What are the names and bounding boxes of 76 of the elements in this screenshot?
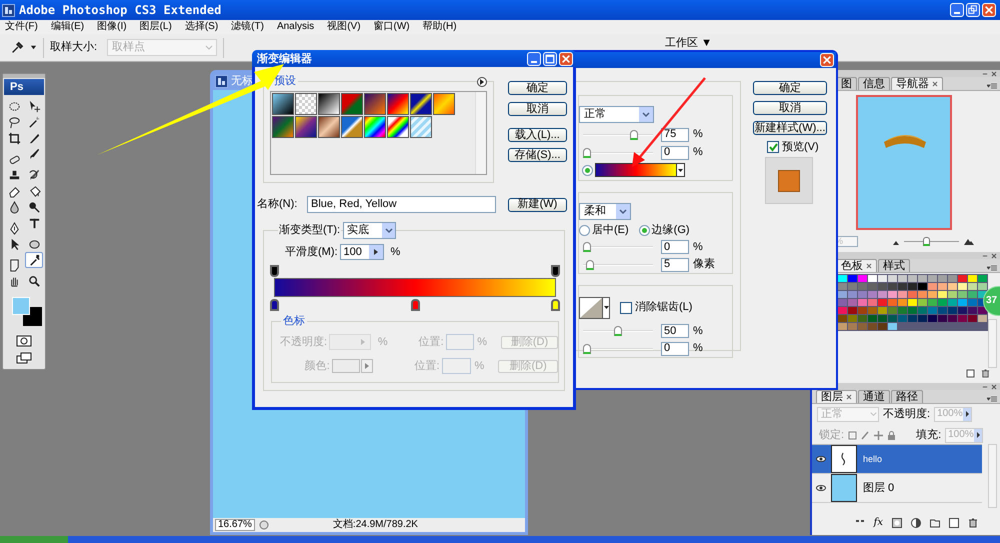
- sample-size-label: 取样大小:: [50, 42, 98, 53]
- radio-option[interactable]: 边缘(G): [638, 224, 690, 236]
- menu-item[interactable]: 文件(F): [5, 22, 38, 32]
- panel-tab[interactable]: 路径: [891, 390, 923, 403]
- layer-row[interactable]: 图层 0: [812, 474, 982, 503]
- stop-field-label: 不透明度:: [278, 336, 327, 348]
- document-size: 文档:24.9M/789.2K: [332, 520, 418, 530]
- dropdown[interactable]: 正常: [579, 106, 654, 123]
- unit-label: %: [693, 129, 703, 140]
- layer-row[interactable]: hello: [812, 445, 982, 474]
- layer-name: hello: [863, 454, 882, 464]
- radio-option[interactable]: 居中(E): [579, 224, 629, 236]
- unit-label: %: [693, 326, 703, 337]
- lock-label: 锁定:: [819, 430, 844, 440]
- panel-tab[interactable]: 色板: [836, 259, 877, 272]
- dialog-title: 渐变编辑器: [257, 54, 312, 64]
- unit-label: %: [693, 242, 703, 253]
- ok-button[interactable]: 确定: [753, 81, 827, 95]
- value-field[interactable]: 50: [661, 324, 689, 338]
- menu-item[interactable]: Analysis: [276, 22, 314, 32]
- menu-item[interactable]: 图像(I): [97, 22, 127, 32]
- workspace-menu[interactable]: 工作区 ▼: [665, 38, 712, 49]
- load-button[interactable]: 载入(L)...: [508, 128, 567, 142]
- unit-label: %: [693, 147, 703, 158]
- panel-tab[interactable]: 图层: [816, 390, 857, 403]
- unit-label: %: [474, 360, 484, 372]
- menu-item[interactable]: 编辑(E): [50, 22, 84, 32]
- position-label: 位置:: [418, 336, 444, 348]
- value-field[interactable]: 75: [661, 128, 689, 142]
- gradient-type-label: 渐变类型(T):: [278, 225, 342, 236]
- position-label: 位置:: [414, 360, 440, 372]
- value-field[interactable]: 0: [661, 240, 689, 254]
- cancel-button[interactable]: 取消: [508, 102, 567, 116]
- unit-label: 像素: [693, 259, 715, 270]
- layer-name: 图层 0: [863, 482, 894, 494]
- new-style-button[interactable]: 新建样式(W)...: [753, 121, 827, 135]
- panel-tab[interactable]: 通道: [858, 390, 890, 403]
- value-field[interactable]: 5: [661, 258, 689, 272]
- effects-button[interactable]: fx: [874, 518, 883, 528]
- panel-tab[interactable]: 样式: [878, 259, 910, 272]
- unit-label: %: [693, 343, 703, 354]
- group-label: 色标: [281, 316, 307, 327]
- ok-button[interactable]: 确定: [508, 81, 567, 95]
- checkbox[interactable]: 消除锯齿(L): [620, 302, 692, 314]
- menu-item[interactable]: 窗口(W): [374, 22, 410, 32]
- logo: Ps: [4, 79, 44, 95]
- stop-field-label: 颜色:: [304, 360, 330, 372]
- group-label: 预设: [272, 76, 298, 87]
- menu-item[interactable]: 图层(L): [140, 22, 172, 32]
- menu-item[interactable]: 选择(S): [184, 22, 218, 32]
- panel-tab[interactable]: 导航器: [891, 77, 943, 90]
- unit-label: %: [378, 336, 388, 348]
- fill-label: 填充:: [916, 430, 942, 440]
- document-title: 无标: [231, 76, 253, 86]
- panel-tab[interactable]: 图: [836, 77, 857, 90]
- gradient-type-select[interactable]: 实底: [343, 222, 396, 239]
- name-label: 名称(N):: [257, 199, 298, 210]
- window-title: Adobe Photoshop CS3 Extended: [19, 4, 222, 16]
- checkbox[interactable]: 预览(V): [767, 141, 827, 153]
- name-field[interactable]: Blue, Red, Yellow: [307, 196, 496, 213]
- opacity-label: 不透明度:: [883, 408, 930, 420]
- menu-item[interactable]: 滤镜(T): [231, 22, 264, 32]
- save-button[interactable]: 存储(S)...: [508, 148, 567, 162]
- new-button[interactable]: 新建(W): [508, 198, 567, 212]
- smoothness-field[interactable]: 100: [340, 244, 384, 260]
- cancel-button[interactable]: 取消: [753, 101, 827, 115]
- menu-item[interactable]: 视图(V): [327, 22, 361, 32]
- menu-item[interactable]: 帮助(H): [422, 22, 457, 32]
- value-field[interactable]: 0: [661, 342, 689, 356]
- zoom-field[interactable]: 16.67%: [215, 519, 255, 531]
- smoothness-label: 平滑度(M):: [285, 246, 338, 258]
- unit-label: %: [390, 246, 400, 258]
- dropdown[interactable]: 柔和: [579, 203, 631, 220]
- value-field[interactable]: 0: [661, 146, 689, 160]
- unit-label: %: [477, 336, 487, 348]
- panel-tab[interactable]: 信息: [858, 77, 890, 90]
